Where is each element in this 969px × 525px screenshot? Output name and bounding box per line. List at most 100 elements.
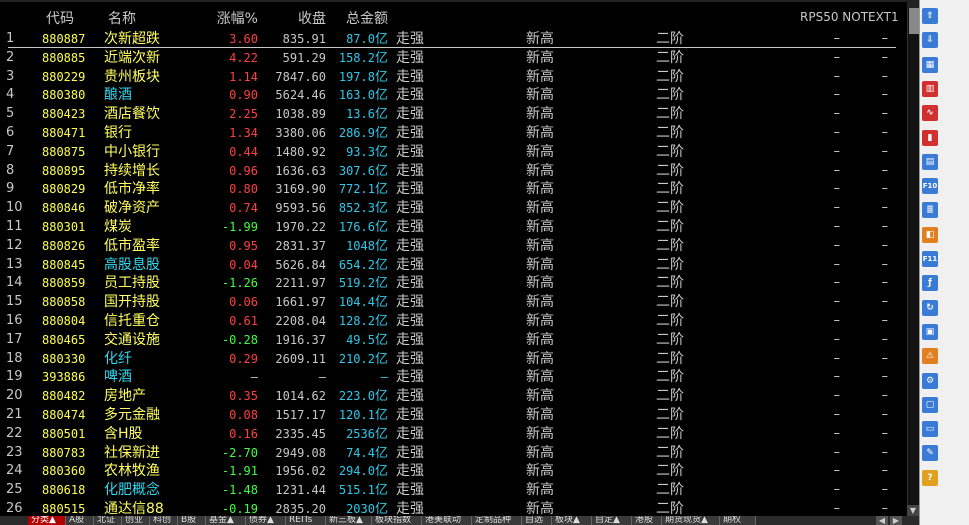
candlestick-icon[interactable]: ▮ <box>922 129 938 146</box>
amount-unit: 亿 <box>374 483 388 499</box>
table-row[interactable]: 10 880846 破净资产 0.74 9593.56 852.3亿 走强 新高 二阶 – – <box>0 199 909 218</box>
column-chart-icon[interactable]: ▥ <box>922 80 938 97</box>
tab-1[interactable]: A股 <box>66 516 94 525</box>
tab-6[interactable]: 基金▲ <box>206 516 246 525</box>
table-row[interactable]: 12 880826 低市盈率 0.95 2831.37 1048亿 走强 新高 二阶 – – <box>0 237 909 256</box>
table-row[interactable]: 11 880301 煤炭 -1.99 1970.22 176.6亿 走强 新高 二阶 – – <box>0 218 909 237</box>
header-pct[interactable]: 涨幅% <box>200 8 258 28</box>
table-row[interactable]: 21 880474 多元金融 0.08 1517.17 120.1亿 走强 新高 二阶 – – <box>0 406 909 425</box>
layout-icon[interactable]: ▣ <box>922 323 938 340</box>
close-price: 1517.17 <box>275 408 326 422</box>
table-row[interactable]: 5 880423 酒店餐饮 2.25 1038.89 13.6亿 走强 新高 二阶 – – <box>0 105 909 124</box>
grid-view-icon[interactable]: ▦ <box>922 56 938 73</box>
table-row[interactable]: 8 880895 持续增长 0.96 1636.63 307.6亿 走强 新高 二阶 – – <box>0 162 909 181</box>
tab-12[interactable]: 定制品种 <box>472 516 522 525</box>
table-row[interactable]: 7 880875 中小银行 0.44 1480.92 93.3亿 走强 新高 二阶 – – <box>0 143 909 162</box>
tab-17[interactable]: 期货现货▲ <box>662 516 720 525</box>
header-close[interactable]: 收盘 <box>262 8 326 28</box>
f10-icon[interactable]: F10 <box>922 178 938 195</box>
stock-code: 880875 <box>42 144 86 159</box>
tab-14[interactable]: 板块▲ <box>552 516 592 525</box>
table-row[interactable]: 19 393886 啤酒 – – – 走强 新高 二阶 – – <box>0 368 909 387</box>
table-row[interactable]: 14 880859 员工持股 -1.26 2211.97 519.2亿 走强 新高 二阶 – – <box>0 274 909 293</box>
f11-icon[interactable]: F11 <box>922 251 938 267</box>
table-row[interactable]: 2 880885 近端次新 4.22 591.29 158.2亿 走强 新高 二阶 – – <box>0 49 909 68</box>
window-icon[interactable]: ▢ <box>922 396 938 413</box>
amount-unit: 亿 <box>374 32 388 47</box>
line-chart-icon[interactable]: ∿ <box>922 105 938 122</box>
scroll-top-icon[interactable]: ⇧ <box>922 8 938 24</box>
table-row[interactable]: 13 880845 高股息股 0.04 5626.84 654.2亿 走强 新高 二阶 – – <box>0 256 909 275</box>
notext1-value: – <box>881 143 889 159</box>
table-icon[interactable]: ▤ <box>922 153 938 170</box>
help-icon[interactable]: ? <box>922 469 938 486</box>
finance-icon[interactable]: ◧ <box>922 226 938 243</box>
tab-8[interactable]: REITs <box>286 516 326 525</box>
amount-unit: 亿 <box>374 88 388 104</box>
tab-3[interactable]: 创业 <box>122 516 150 525</box>
scroll-down-button[interactable]: ▼ <box>907 505 919 516</box>
amount-value: 49.5 <box>346 332 375 347</box>
header-code[interactable]: 代码 <box>46 8 74 28</box>
table-row[interactable]: 9 880829 低市净率 0.80 3169.90 772.1亿 走强 新高 二阶 – – <box>0 180 909 199</box>
close-price: 835.91 <box>282 32 326 46</box>
table-row[interactable]: 23 880783 社保新进 -2.70 2949.08 74.4亿 走强 新高 二阶 – – <box>0 444 909 463</box>
header-name[interactable]: 名称 <box>108 8 136 28</box>
row-index: 12 <box>6 237 23 253</box>
row-index: 16 <box>6 313 23 328</box>
table-row[interactable]: 17 880465 交通设施 -0.28 1916.37 49.5亿 走强 新高 二阶 – – <box>0 331 909 350</box>
table-row[interactable]: 3 880229 贵州板块 1.14 7847.60 197.8亿 走强 新高 二阶 – – <box>0 68 909 87</box>
tab-2[interactable]: 北证 <box>94 516 122 525</box>
trend-status: 走强 <box>396 369 424 386</box>
rps50-value: – <box>833 87 841 103</box>
chart-settings-icon[interactable]: ⚙ <box>922 372 938 389</box>
stock-code: 880829 <box>42 182 86 197</box>
header-amount[interactable]: 总金额 <box>346 8 388 28</box>
table-row[interactable]: 4 880380 酿酒 0.90 5624.46 163.0亿 走强 新高 二阶 – – <box>0 86 909 105</box>
close-price: – <box>318 370 326 385</box>
folder-icon[interactable]: ▭ <box>922 421 938 438</box>
tab-4[interactable]: 科创 <box>150 516 178 525</box>
tab-18[interactable]: 期权 <box>720 516 756 525</box>
close-price: 5626.84 <box>275 257 326 272</box>
stock-code: 880229 <box>42 69 86 84</box>
stock-grid[interactable]: 代码 名称 涨幅% 收盘 总金额 RPS50 NOTEXT1 1 880887 次新… <box>0 0 909 517</box>
tab-10[interactable]: 板块指数 <box>372 516 422 525</box>
change-percent: 2.25 <box>229 107 258 122</box>
scroll-up-button[interactable] <box>907 0 919 8</box>
table-row[interactable]: 16 880804 信托重仓 0.61 2208.04 128.2亿 走强 新高 二阶 – – <box>0 312 909 331</box>
tab-16[interactable]: 港股 <box>632 516 662 525</box>
scroll-bottom-icon[interactable]: ⇩ <box>922 32 938 49</box>
table-row[interactable]: 22 880501 含H股 0.16 2335.45 2536亿 走强 新高 二阶 – – <box>0 425 909 444</box>
rps50-value: – <box>833 294 841 310</box>
notext1-value: – <box>881 237 889 253</box>
tab-9[interactable]: 新三板▲ <box>326 516 372 525</box>
trend-status: 走强 <box>396 350 424 367</box>
amount-value: 307.6 <box>338 163 375 178</box>
table-row[interactable]: 1 880887 次新超跌 3.60 835.91 87.0亿 走强 新高 二阶 – – <box>0 30 909 49</box>
table-row[interactable]: 15 880858 国开持股 0.06 1661.97 104.4亿 走强 新高 二阶 – – <box>0 293 909 312</box>
tab-scroll-left-icon[interactable]: ◀ <box>876 516 888 525</box>
table-row[interactable]: 20 880482 房地产 0.35 1014.62 223.0亿 走强 新高 二阶 – – <box>0 387 909 406</box>
tab-13[interactable]: 自选 <box>522 516 552 525</box>
tab-5[interactable]: B股 <box>178 516 206 525</box>
tools-icon[interactable]: ✎ <box>922 445 938 462</box>
table-row[interactable]: 25 880618 化肥概念 -1.48 1231.44 515.1亿 走强 新高 二阶 – – <box>0 481 909 500</box>
scrollbar-thumb[interactable] <box>909 8 919 34</box>
notext1-value: – <box>881 369 889 385</box>
tab-11[interactable]: 港美联动 <box>422 516 472 525</box>
tab-15[interactable]: 自定▲ <box>592 516 632 525</box>
table-row[interactable]: 24 880360 农林牧渔 -1.91 1956.02 294.0亿 走强 新高 二阶 – – <box>0 462 909 481</box>
new-high-status: 新高 <box>526 388 554 405</box>
table-row[interactable]: 18 880330 化纤 0.29 2609.11 210.2亿 走强 新高 二阶 – – <box>0 350 909 369</box>
tab-scroll-right-icon[interactable]: ▶ <box>890 516 902 525</box>
report-icon[interactable]: ≣ <box>922 202 938 219</box>
tab-7[interactable]: 债券▲ <box>246 516 286 525</box>
refresh-icon[interactable]: ↻ <box>922 299 938 316</box>
amount-value: 158.2 <box>338 50 375 65</box>
warning-icon[interactable]: ⚠ <box>922 348 938 365</box>
tab-0[interactable]: 分类▲ <box>28 516 66 525</box>
header-rps50[interactable]: RPS50 NOTEXT1 <box>800 10 899 30</box>
formula-icon[interactable]: ƒ <box>922 275 938 292</box>
table-row[interactable]: 6 880471 银行 1.34 3380.06 286.9亿 走强 新高 二阶 – – <box>0 124 909 143</box>
